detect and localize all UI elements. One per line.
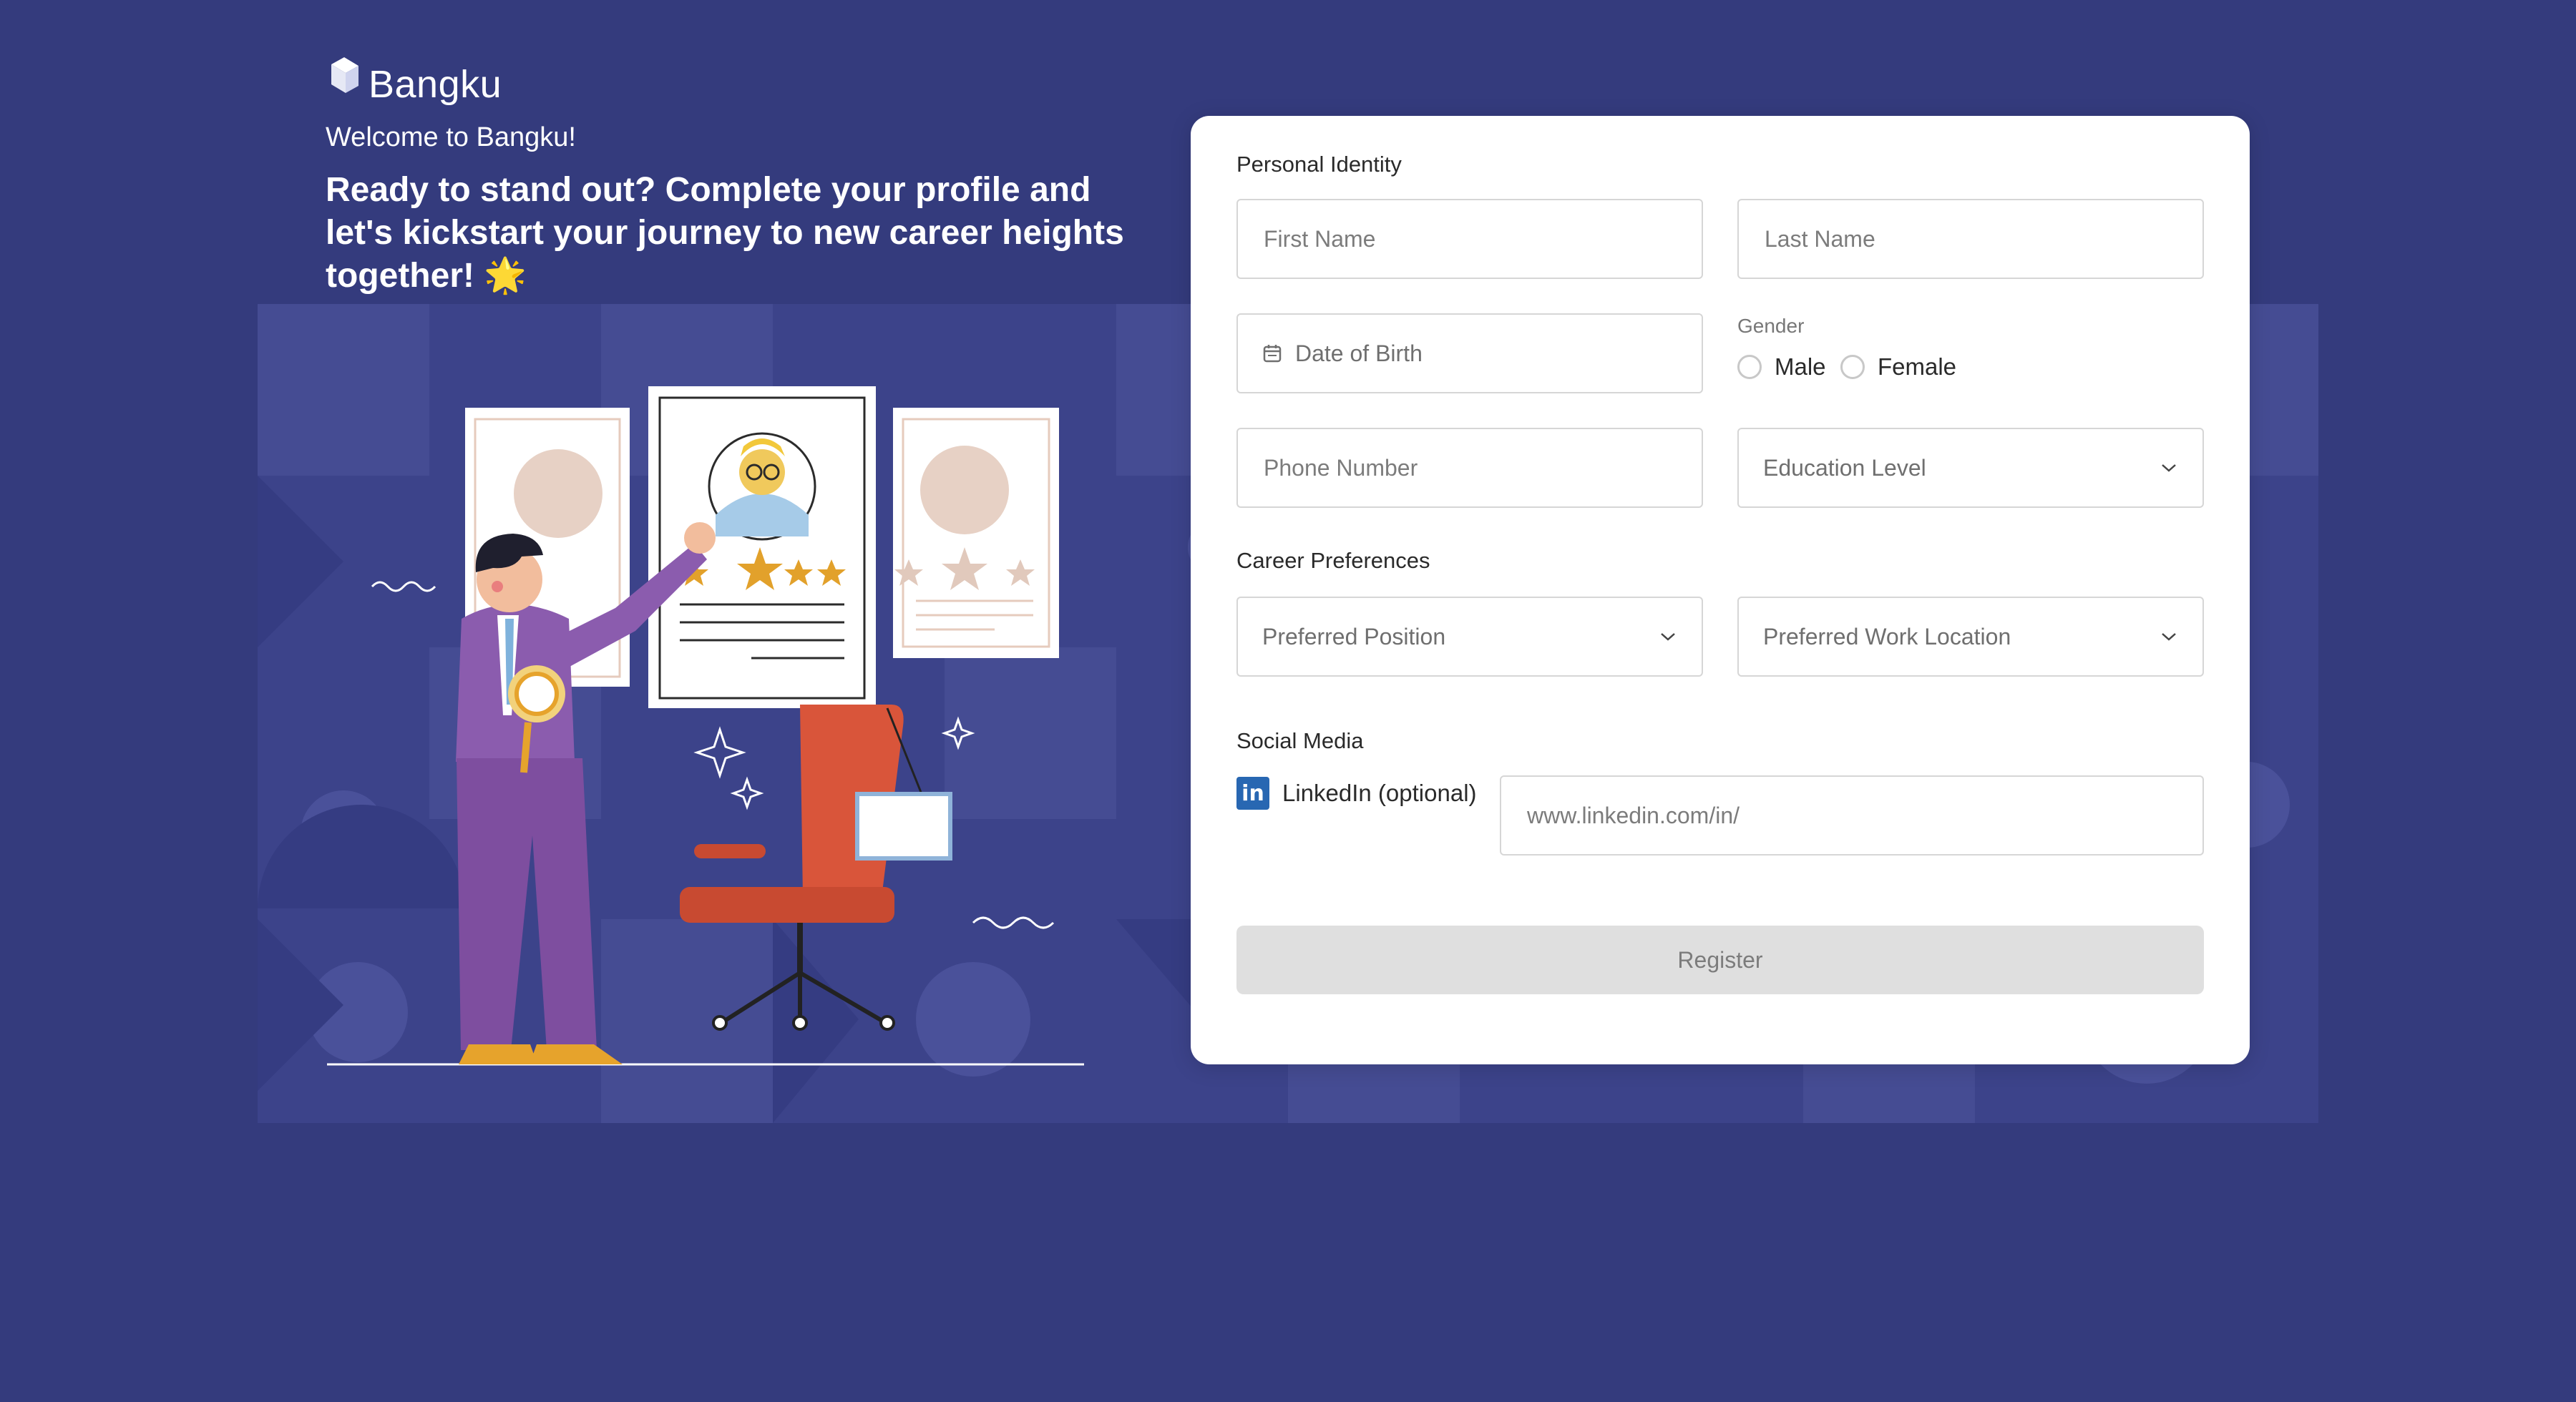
- preferred-position-placeholder: Preferred Position: [1262, 623, 1446, 649]
- date-of-birth-placeholder: Date of Birth: [1295, 340, 1423, 366]
- profile-form-card: Personal Identity Date of Birth Gender M…: [1191, 116, 2250, 1064]
- gender-male-option[interactable]: Male: [1737, 353, 1826, 381]
- gender-label: Gender: [1737, 315, 1805, 337]
- linkedin-url-field[interactable]: [1500, 775, 2204, 856]
- preferred-position-select[interactable]: Preferred Position: [1236, 597, 1703, 677]
- linkedin-label: LinkedIn (optional): [1282, 780, 1477, 806]
- social-media-title: Social Media: [1236, 728, 1364, 753]
- gender-female-option[interactable]: Female: [1840, 353, 1956, 381]
- phone-number-input[interactable]: [1262, 454, 1677, 482]
- male-label: Male: [1775, 353, 1826, 380]
- female-radio[interactable]: [1840, 355, 1865, 379]
- date-of-birth-field[interactable]: Date of Birth: [1236, 313, 1703, 393]
- welcome-text: Welcome to Bangku!: [326, 122, 576, 152]
- last-name-field[interactable]: [1737, 199, 2204, 279]
- linkedin-label-group: in LinkedIn (optional): [1236, 777, 1477, 810]
- education-level-select[interactable]: Education Level: [1737, 428, 2204, 508]
- career-illustration: [327, 386, 1084, 1066]
- preferred-work-location-placeholder: Preferred Work Location: [1763, 623, 2011, 649]
- chevron-down-icon: [2162, 464, 2176, 472]
- brand-logo[interactable]: Bangku: [326, 57, 502, 112]
- female-label: Female: [1878, 353, 1957, 380]
- linkedin-url-input[interactable]: [1526, 801, 2178, 830]
- chevron-down-icon: [1661, 633, 1675, 641]
- first-name-field[interactable]: [1236, 199, 1703, 279]
- phone-number-field[interactable]: [1236, 428, 1703, 508]
- last-name-input[interactable]: [1763, 225, 2178, 253]
- chevron-down-icon: [2162, 633, 2176, 641]
- personal-identity-title: Personal Identity: [1236, 152, 1402, 177]
- star-emoji: 🌟: [484, 257, 527, 295]
- male-radio[interactable]: [1737, 355, 1762, 379]
- calendar-icon: [1263, 345, 1282, 363]
- headline-text: Ready to stand out? Complete your profil…: [326, 171, 1124, 295]
- brand-name: Bangku: [369, 63, 502, 106]
- register-button[interactable]: Register: [1236, 926, 2204, 994]
- career-preferences-title: Career Preferences: [1236, 548, 1430, 573]
- linkedin-icon: in: [1236, 777, 1269, 810]
- education-level-placeholder: Education Level: [1763, 454, 1926, 481]
- preferred-work-location-select[interactable]: Preferred Work Location: [1737, 597, 2204, 677]
- bangku-logo-icon: [331, 57, 358, 93]
- first-name-input[interactable]: [1262, 225, 1677, 253]
- hero-headline: Ready to stand out? Complete your profil…: [326, 169, 1156, 298]
